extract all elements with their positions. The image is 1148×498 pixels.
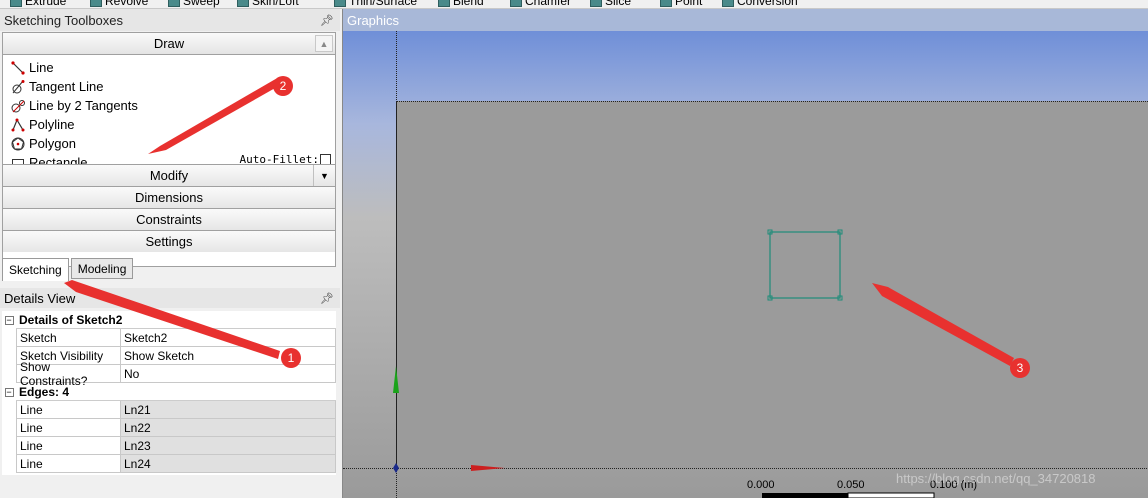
line-by-2-tangents-icon	[11, 99, 25, 112]
modify-section[interactable]: Modify ▼	[3, 164, 335, 186]
viewport-overlay	[393, 229, 935, 498]
chevron-down-icon[interactable]: ▼	[313, 165, 335, 186]
thin-surface-button[interactable]: Thin/Surface	[334, 0, 417, 8]
settings-section[interactable]: Settings	[3, 230, 335, 252]
tab-modeling[interactable]: Modeling	[70, 258, 134, 279]
draw-item-polygon[interactable]: Polygon	[3, 134, 335, 153]
top-toolbar: Extrude Revolve Sweep Skin/Loft Thin/Sur…	[0, 0, 1148, 9]
sketching-toolboxes-header: Sketching Toolboxes 📌︎	[0, 9, 340, 31]
sketching-toolbox: Draw ▲ Line Tangent Line Line by 2 Tange…	[2, 32, 336, 267]
skin-loft-button[interactable]: Skin/Loft	[237, 0, 299, 8]
skin-loft-icon	[237, 0, 249, 7]
draw-item-line[interactable]: Line	[3, 58, 335, 77]
conversion-icon	[722, 0, 734, 7]
draw-item-polyline[interactable]: Polyline	[3, 115, 335, 134]
details-row[interactable]: Line Ln21	[2, 401, 336, 419]
sweep-icon	[168, 0, 180, 7]
blend-button[interactable]: Blend	[438, 0, 484, 8]
constraints-section[interactable]: Constraints	[3, 208, 335, 230]
tangent-line-icon	[12, 79, 25, 93]
details-group-header: − Details of Sketch2	[2, 311, 336, 329]
pin-icon[interactable]: 📌︎	[320, 292, 334, 305]
watermark: https://blog.csdn.net/qq_34720818	[896, 471, 1096, 486]
annotation-badge-1: 1	[281, 348, 301, 368]
auto-fillet-option: Auto-Fillet:	[239, 153, 331, 164]
draw-item-line-by-2-tangents[interactable]: Line by 2 Tangents	[3, 96, 335, 115]
point-icon	[660, 0, 672, 7]
collapse-icon[interactable]: −	[4, 387, 14, 397]
details-row[interactable]: Show Constraints? No	[2, 360, 336, 388]
graphics-viewport[interactable]: 0.000 0.050 0.100 (m) https://blog.csdn.…	[343, 31, 1148, 498]
auto-fillet-checkbox[interactable]	[320, 154, 331, 164]
line-icon	[11, 60, 25, 75]
extrude-icon	[10, 0, 22, 7]
blend-icon	[438, 0, 450, 7]
tab-sketching[interactable]: Sketching	[2, 258, 69, 281]
thin-surface-icon	[334, 0, 346, 7]
slice-button[interactable]: Slice	[590, 0, 631, 8]
chamfer-icon	[510, 0, 522, 7]
revolve-button[interactable]: Revolve	[90, 0, 148, 8]
pin-icon[interactable]: 📌︎	[320, 14, 334, 27]
polygon-icon	[11, 136, 25, 150]
graphics-title: Graphics	[343, 9, 1148, 31]
sketching-toolboxes-title: Sketching Toolboxes	[4, 12, 124, 28]
conversion-button[interactable]: Conversion	[722, 0, 798, 8]
details-row[interactable]: Line Ln23	[2, 437, 336, 455]
details-row[interactable]: Line Ln24	[2, 455, 336, 473]
draw-tool-list: Line Tangent Line Line by 2 Tangents Pol…	[3, 55, 335, 164]
dimensions-section[interactable]: Dimensions	[3, 186, 335, 208]
collapse-icon[interactable]: −	[4, 315, 14, 325]
details-view-grid: − Details of Sketch2 Sketch Sketch2 Sketc…	[2, 311, 336, 475]
details-row[interactable]: Sketch Sketch2	[2, 329, 336, 347]
details-group-header: − Edges: 4	[2, 383, 336, 401]
mode-tabs: Sketching Modeling	[2, 258, 134, 281]
annotation-badge-2: 2	[273, 76, 293, 96]
details-row[interactable]: Line Ln22	[2, 419, 336, 437]
draw-section-label: Draw	[153, 36, 185, 51]
y-axis-arrow-icon	[393, 366, 399, 393]
draw-section-header[interactable]: Draw ▲	[3, 33, 335, 55]
scale-ruler	[762, 492, 935, 498]
details-view-title: Details View	[4, 290, 76, 306]
x-axis-arrow-icon	[471, 465, 505, 471]
slice-icon	[590, 0, 602, 7]
revolve-icon	[90, 0, 102, 7]
graphics-panel: Graphics 0.000 0.050 0.100 (m) https://b…	[342, 9, 1148, 498]
sketch-rectangle[interactable]	[769, 231, 841, 299]
origin-icon	[393, 463, 399, 473]
annotation-badge-3: 3	[1010, 358, 1030, 378]
sweep-button[interactable]: Sweep	[168, 0, 220, 8]
rectangle-icon	[12, 158, 24, 164]
chamfer-button[interactable]: Chamfer	[510, 0, 571, 8]
polyline-icon	[11, 118, 25, 131]
extrude-button[interactable]: Extrude	[10, 0, 66, 8]
scroll-up-icon[interactable]: ▲	[315, 35, 333, 52]
point-button[interactable]: Point	[660, 0, 702, 8]
details-view-header: Details View 📌︎	[0, 288, 340, 308]
